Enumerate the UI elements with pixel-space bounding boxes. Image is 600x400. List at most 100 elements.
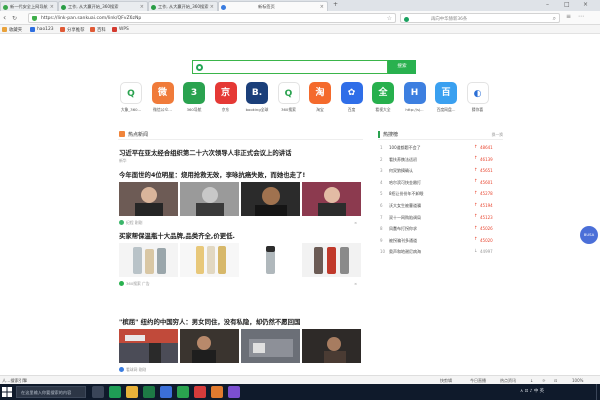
taskbar-search-placeholder: 在这里输入你要搜索的内容 bbox=[21, 390, 72, 395]
app-logo-icon: Q bbox=[277, 82, 300, 104]
quick-app-tile[interactable]: 微微信公众... bbox=[150, 82, 176, 118]
back-icon[interactable]: ‹ bbox=[3, 13, 6, 22]
close-icon[interactable]: × bbox=[140, 4, 144, 10]
quick-app-tile[interactable]: 淘淘宝 bbox=[307, 82, 333, 118]
tab-safe-nav[interactable]: 新一代安全上网导航 × bbox=[0, 1, 58, 11]
ad-thumbnail[interactable] bbox=[180, 243, 239, 277]
bookmark-item[interactable]: hao123 bbox=[30, 27, 54, 32]
search-button[interactable]: 搜索 bbox=[388, 60, 416, 74]
news-thumbnail[interactable] bbox=[302, 329, 361, 363]
new-tab-icon[interactable]: + bbox=[333, 1, 338, 8]
status-item[interactable]: 快剪辑 bbox=[440, 378, 452, 384]
taskbar-search[interactable]: 在这里输入你要搜索的内容 bbox=[16, 386, 86, 398]
download-icon[interactable]: ↓ bbox=[530, 378, 533, 383]
quick-app-tile[interactable]: 京京东 bbox=[213, 82, 239, 118]
hot-search-item[interactable]: 1 100道都题不会了 ↑ 48641 bbox=[378, 144, 503, 154]
quick-app-tile[interactable]: B. booking全球 bbox=[244, 82, 270, 118]
hot-search-item[interactable]: 9 被拐骗刊多通道 ↑ 45020 bbox=[378, 237, 503, 247]
close-icon[interactable]: × bbox=[210, 4, 214, 10]
quick-app-tile[interactable]: 3 360导航 bbox=[181, 82, 207, 118]
news-thumbnail[interactable] bbox=[241, 182, 300, 216]
close-icon[interactable]: × bbox=[50, 4, 54, 10]
app-purple-icon[interactable] bbox=[228, 386, 240, 398]
news-thumbnail[interactable] bbox=[302, 182, 361, 216]
news-thumbnail[interactable] bbox=[241, 329, 300, 363]
dislike-icon[interactable]: × bbox=[354, 281, 357, 286]
maximize-icon[interactable]: □ bbox=[564, 1, 570, 8]
news-thumbnail[interactable] bbox=[119, 182, 178, 216]
news-headline[interactable]: 买家帮保温瓶十大品牌,品类齐全,价更低. bbox=[119, 231, 235, 240]
menu-icon[interactable]: ≡ bbox=[566, 13, 571, 20]
app-blue-icon[interactable] bbox=[160, 386, 172, 398]
hot-search-item[interactable]: 7 双十一网购陷调局 ↑ 45123 bbox=[378, 214, 503, 224]
close-window-icon[interactable]: × bbox=[583, 1, 588, 8]
refresh-icon[interactable]: ↻ bbox=[12, 14, 17, 23]
screenshot-icon[interactable]: ⊡ bbox=[554, 378, 557, 383]
close-icon[interactable]: × bbox=[320, 4, 324, 10]
tab-label: 工作, 从大赢开始_360搜索 bbox=[158, 4, 209, 9]
search-icon[interactable]: ⌕ bbox=[553, 15, 556, 23]
hot-search-item[interactable]: 8 凤蠢布打拐你求 ↑ 45026 bbox=[378, 225, 503, 235]
brightness-icon[interactable]: ☼ bbox=[542, 378, 546, 383]
tab-new[interactable]: 新标签页 × bbox=[218, 1, 328, 11]
hot-search-item[interactable]: 6 沃大女生被曹道骥 ↑ 45194 bbox=[378, 202, 503, 212]
bookmark-item[interactable]: 收藏夹 bbox=[2, 27, 22, 33]
refresh-list-button[interactable]: 换一换 bbox=[492, 132, 503, 138]
quick-app-tile[interactable]: ✿ 百度 bbox=[339, 82, 365, 118]
news-headline[interactable]: 今年面世的4位明星：烧用抢救无效，李咏抗癌失败，而她也走了! bbox=[119, 170, 305, 179]
tab-search-2[interactable]: 工作, 从大赢开始_360搜索 × bbox=[148, 1, 218, 11]
bookmark-item[interactable]: 百科 bbox=[90, 27, 106, 33]
hot-search-item[interactable]: 3 何炅狼摘确认 ↑ 45651 bbox=[378, 167, 503, 177]
news-headline[interactable]: 习近平在亚太经合组织第二十六次领导人非正式会议上的讲话 bbox=[119, 148, 292, 157]
avatar bbox=[119, 281, 124, 286]
bookmark-star-icon[interactable]: ☆ bbox=[387, 15, 392, 22]
status-item[interactable]: 今日直播 bbox=[470, 378, 486, 384]
hot-title: 100道都题不会了 bbox=[389, 145, 421, 150]
ad-thumbnail[interactable] bbox=[302, 243, 361, 277]
quick-app-tile[interactable]: Hhttp://sj... bbox=[402, 82, 428, 118]
main-search-input[interactable] bbox=[192, 60, 388, 74]
app-green-icon[interactable] bbox=[109, 386, 121, 398]
show-desktop-button[interactable] bbox=[596, 384, 600, 400]
ad-thumbnail[interactable] bbox=[119, 243, 178, 277]
quick-app-tile[interactable]: 百百度网盘... bbox=[433, 82, 459, 118]
search-engine-icon[interactable] bbox=[404, 16, 409, 22]
quick-app-tile[interactable]: 全看视大全 bbox=[370, 82, 396, 118]
extensions-icon[interactable]: ⋯ bbox=[578, 13, 584, 20]
minimize-icon[interactable]: – bbox=[546, 1, 549, 8]
news-headline[interactable]: "槟屈" 纽约的中国穷人：男女同住，没有私隐，却仍然不愿回国 bbox=[119, 317, 300, 326]
floating-assistant-button[interactable]: BUSA bbox=[580, 226, 598, 244]
bookmark-item[interactable]: WPS bbox=[112, 27, 129, 32]
system-tray[interactable]: ∧ ⊡ ♪ 中 英 bbox=[520, 388, 544, 394]
toolbar-search-box[interactable]: 再向中华赫新36条 ⌕ bbox=[400, 13, 560, 23]
dislike-icon[interactable]: × bbox=[354, 220, 357, 225]
hot-search-item[interactable]: 4 哈尔滨可快金嫩打 ↑ 45601 bbox=[378, 179, 503, 189]
quick-app-tile[interactable]: Q 大象_360... bbox=[118, 82, 144, 118]
hot-rank: 7 bbox=[380, 214, 383, 220]
trend-up-icon: ↑ bbox=[474, 225, 478, 231]
quick-app-tile[interactable]: Q 360搜索 bbox=[276, 82, 302, 118]
hot-search-item[interactable]: 10 奥声和地谢尼病海 ↓ 44997 bbox=[378, 248, 503, 258]
hot-title: 8招让份份年不卸眼 bbox=[389, 191, 424, 197]
zoom-level[interactable]: 100% bbox=[572, 378, 583, 383]
news-thumbnail[interactable] bbox=[180, 182, 239, 216]
hot-search-item[interactable]: 5 8招让份份年不卸眼 ↑ 45278 bbox=[378, 190, 503, 200]
news-thumbnail[interactable] bbox=[180, 329, 239, 363]
tab-search-1[interactable]: 工作, 从大赢开始_360搜索 × bbox=[58, 1, 148, 11]
windows-start-icon[interactable] bbox=[2, 387, 12, 397]
news-thumbnail[interactable] bbox=[119, 329, 178, 363]
status-item[interactable]: 热点资讯 bbox=[500, 378, 516, 384]
address-bar[interactable]: https://link-pan.sankuai.com/link/QFvZ6z… bbox=[28, 13, 396, 23]
bookmark-item[interactable]: 分享推荐 bbox=[60, 27, 85, 33]
quick-app-tile[interactable]: ◐ 猜你喜 bbox=[465, 82, 491, 118]
browser-360-icon[interactable] bbox=[177, 386, 189, 398]
thermos-photo bbox=[180, 243, 239, 277]
task-view-icon[interactable] bbox=[92, 386, 104, 398]
file-explorer-icon[interactable] bbox=[126, 386, 138, 398]
ad-thumbnail[interactable] bbox=[241, 243, 300, 277]
app-orange-icon[interactable] bbox=[211, 386, 223, 398]
excel-icon[interactable] bbox=[143, 386, 155, 398]
avatar bbox=[119, 367, 124, 372]
app-red-icon[interactable] bbox=[194, 386, 206, 398]
hot-search-item[interactable]: 2 看扶养携法适初 ↑ 46139 bbox=[378, 156, 503, 166]
